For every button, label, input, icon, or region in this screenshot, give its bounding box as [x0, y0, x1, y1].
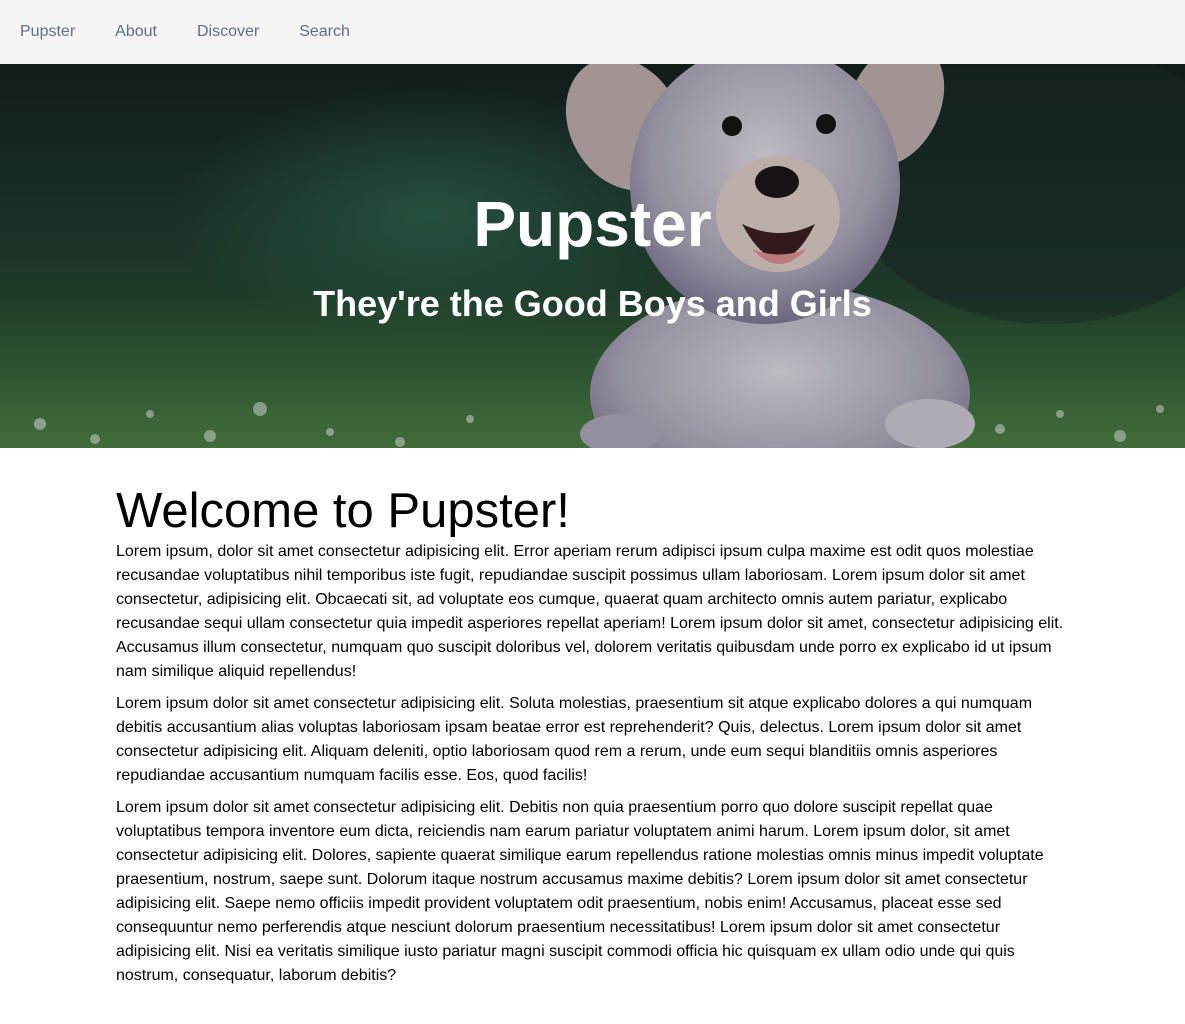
nav-link-about[interactable]: About — [115, 23, 157, 41]
nav-link-discover[interactable]: Discover — [197, 23, 259, 41]
hero-title: Pupster — [473, 188, 712, 260]
hero-subtitle: They're the Good Boys and Girls — [313, 283, 872, 324]
nav-link-search[interactable]: Search — [299, 23, 350, 41]
page-heading: Welcome to Pupster! — [116, 484, 570, 538]
nav-link-pupster[interactable]: Pupster — [20, 23, 75, 41]
top-navbar: Pupster About Discover Search — [0, 0, 1185, 64]
hero-text-overlay: Pupster They're the Good Boys and Girls — [0, 64, 1185, 448]
hero-banner: Pupster They're the Good Boys and Girls — [0, 64, 1185, 448]
intro-paragraph-1: Lorem ipsum, dolor sit amet consectetur … — [116, 543, 1064, 680]
intro-paragraph-3: Lorem ipsum dolor sit amet consectetur a… — [116, 799, 1044, 984]
intro-paragraph-2: Lorem ipsum dolor sit amet consectetur a… — [116, 695, 1033, 784]
main-content: Welcome to Pupster! Lorem ipsum, dolor s… — [116, 448, 1069, 988]
